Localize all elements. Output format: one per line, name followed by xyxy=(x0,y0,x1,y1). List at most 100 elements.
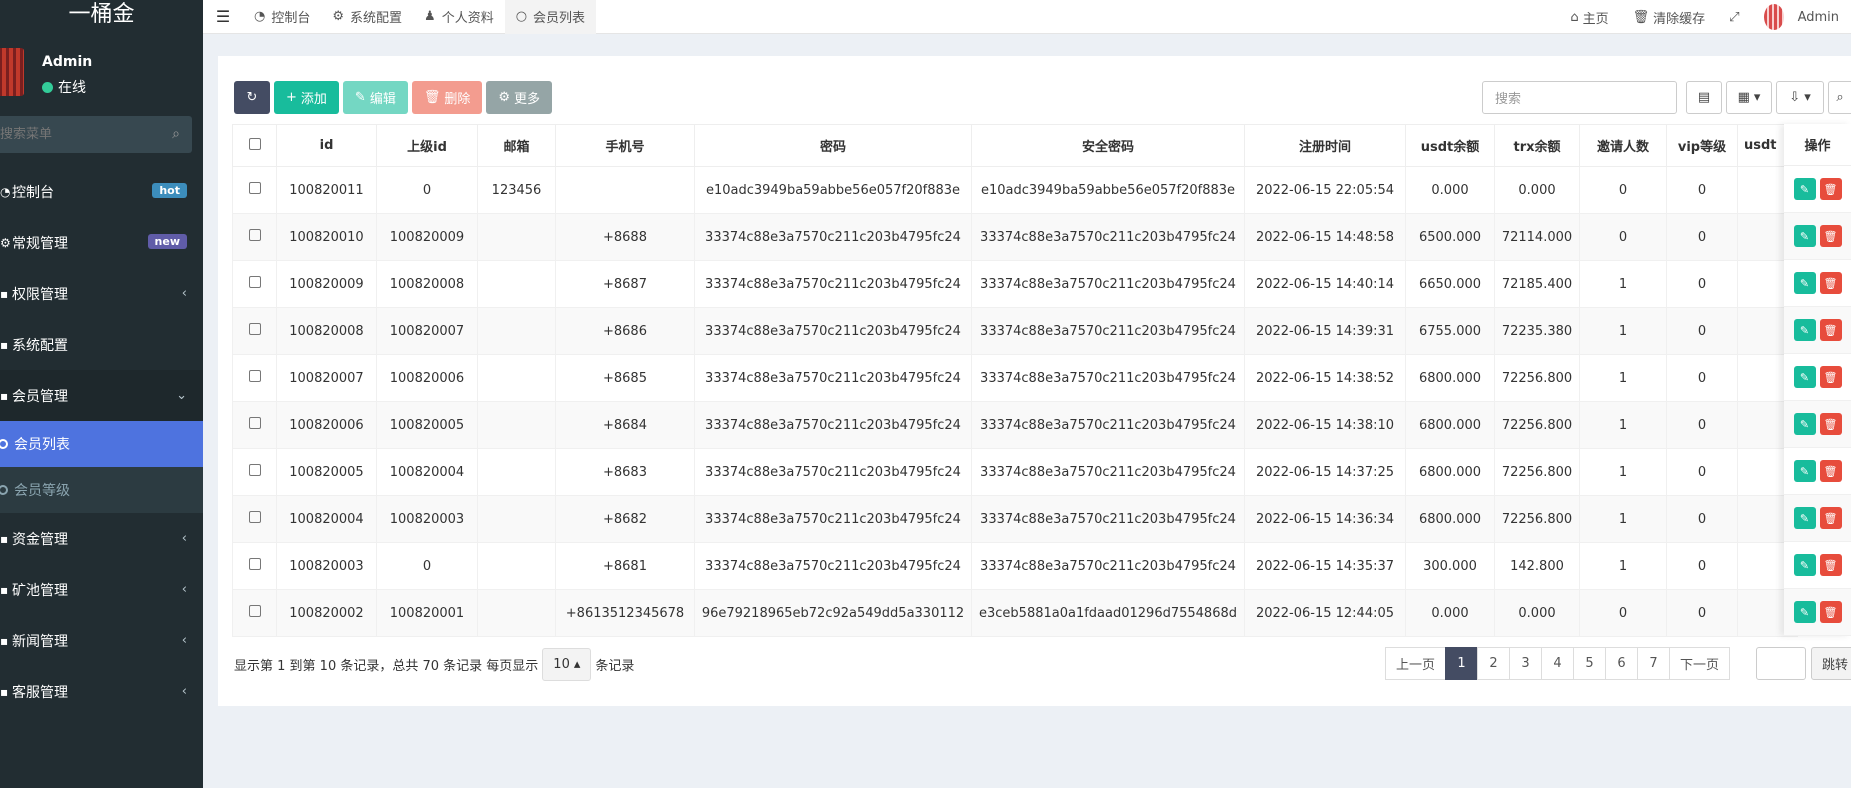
table-row[interactable]: 100820008 100820007 +8686 33374c88e3a7570c2… xyxy=(232,307,1798,355)
column-header[interactable]: 邀请人数 xyxy=(1579,124,1667,167)
fullscreen-icon[interactable]: ⤢ xyxy=(1717,10,1751,25)
row-edit-button[interactable]: ✎ xyxy=(1793,554,1816,576)
page-3-button[interactable]: 3 xyxy=(1509,647,1543,680)
row-edit-button[interactable]: ✎ xyxy=(1793,366,1816,388)
column-header[interactable]: 邮箱 xyxy=(477,124,556,167)
column-header[interactable]: trx余额 xyxy=(1494,124,1580,167)
row-checkbox[interactable] xyxy=(248,229,261,241)
row-checkbox[interactable] xyxy=(248,182,261,194)
menu-toggle-icon[interactable]: ☰ xyxy=(203,7,243,26)
row-checkbox[interactable] xyxy=(248,323,261,335)
table-search-input[interactable]: 搜索 xyxy=(1482,81,1677,114)
refresh-button[interactable]: ↻ xyxy=(234,81,270,114)
row-delete-button[interactable]: 🗑 xyxy=(1819,366,1842,388)
sidebar-item-permission[interactable]: ▪ 权限管理 ‹ xyxy=(0,268,203,319)
row-checkbox[interactable] xyxy=(248,417,261,429)
more-button[interactable]: ⚙ 更多 xyxy=(486,81,553,114)
column-header[interactable]: 手机号 xyxy=(555,124,695,167)
toggle-view-button[interactable]: ▤ xyxy=(1686,81,1722,114)
row-delete-button[interactable]: 🗑 xyxy=(1819,319,1842,341)
table-row[interactable]: 100820007 100820006 +8685 33374c88e3a7570c2… xyxy=(232,354,1798,402)
row-delete-button[interactable]: 🗑 xyxy=(1819,507,1842,529)
column-header[interactable]: 密码 xyxy=(694,124,972,167)
column-header[interactable]: vip等级 xyxy=(1666,124,1738,167)
table-row[interactable]: 100820002 100820001 +8613512345678 96e79218… xyxy=(232,589,1798,637)
column-header[interactable]: 上级id xyxy=(376,124,478,167)
table-row[interactable]: 100820006 100820005 +8684 33374c88e3a7570c2… xyxy=(232,401,1798,449)
row-checkbox[interactable] xyxy=(248,276,261,288)
delete-button[interactable]: 🗑 删除 xyxy=(411,81,483,114)
table-row[interactable]: 100820009 100820008 +8687 33374c88e3a7570c2… xyxy=(232,260,1798,308)
row-checkbox[interactable] xyxy=(248,511,261,523)
row-delete-button[interactable]: 🗑 xyxy=(1819,460,1842,482)
tab-sysconfig[interactable]: ⚙ 系统配置 xyxy=(321,0,413,34)
brand-logo[interactable]: 一桶金 xyxy=(0,0,203,34)
page-7-button[interactable]: 7 xyxy=(1637,647,1671,680)
row-checkbox[interactable] xyxy=(248,605,261,617)
sidebar-search-input[interactable] xyxy=(0,116,156,153)
row-edit-button[interactable]: ✎ xyxy=(1793,319,1816,341)
sidebar-item-member[interactable]: ▪ 会员管理 ⌄ xyxy=(0,370,203,421)
row-edit-button[interactable]: ✎ xyxy=(1793,460,1816,482)
table-row[interactable]: 100820005 100820004 +8683 33374c88e3a7570c2… xyxy=(232,448,1798,496)
columns-button[interactable]: ▦ ▾ xyxy=(1726,81,1772,114)
row-edit-button[interactable]: ✎ xyxy=(1793,601,1816,623)
page-6-button[interactable]: 6 xyxy=(1605,647,1639,680)
row-checkbox[interactable] xyxy=(248,558,261,570)
row-edit-button[interactable]: ✎ xyxy=(1793,272,1816,294)
column-header[interactable]: id xyxy=(276,124,377,167)
sidebar-item-finance[interactable]: ▪ 资金管理 ‹ xyxy=(0,513,203,564)
row-checkbox[interactable] xyxy=(248,370,261,382)
add-button[interactable]: + 添加 xyxy=(274,81,339,114)
search-icon[interactable]: ⌕ xyxy=(172,126,180,142)
sidebar-item-pool[interactable]: ▪ 矿池管理 ‹ xyxy=(0,564,203,615)
table-row[interactable]: 100820003 0 +8681 33374c88e3a7570c211c203b4… xyxy=(232,542,1798,590)
search-toggle-button[interactable]: ⌕ xyxy=(1828,81,1851,114)
table-row[interactable]: 100820011 0 123456 e10adc3949ba59abbe56e057… xyxy=(232,166,1798,214)
tab-member-list[interactable]: ○ 会员列表 xyxy=(504,0,597,34)
column-header[interactable]: 安全密码 xyxy=(971,124,1245,167)
table-row[interactable]: 100820004 100820003 +8682 33374c88e3a7570c2… xyxy=(232,495,1798,543)
row-edit-button[interactable]: ✎ xyxy=(1793,413,1816,435)
page-size-select[interactable]: 10 ▴ xyxy=(542,648,592,681)
sidebar-search: ⌕ xyxy=(0,116,192,153)
select-all-checkbox[interactable] xyxy=(248,137,261,150)
clear-cache-button[interactable]: 🗑 清除缓存 xyxy=(1621,8,1718,27)
table-row[interactable]: 100820010 100820009 +8688 33374c88e3a7570c2… xyxy=(232,213,1798,261)
sidebar-item-service[interactable]: ▪ 客服管理 ‹ xyxy=(0,666,203,717)
page-5-button[interactable]: 5 xyxy=(1573,647,1607,680)
row-edit-button[interactable]: ✎ xyxy=(1793,178,1816,200)
admin-menu[interactable]: Admin xyxy=(1752,4,1851,30)
edit-button[interactable]: ✎ 编辑 xyxy=(342,81,408,114)
row-edit-button[interactable]: ✎ xyxy=(1793,225,1816,247)
prev-page-button[interactable]: 上一页 xyxy=(1385,647,1447,680)
jump-page-input[interactable] xyxy=(1756,647,1806,680)
sidebar-item-member-level[interactable]: 会员等级 xyxy=(0,467,203,513)
sidebar-item-news[interactable]: ▪ 新闻管理 ‹ xyxy=(0,615,203,666)
row-delete-button[interactable]: 🗑 xyxy=(1819,272,1842,294)
page-1-button[interactable]: 1 xyxy=(1445,647,1479,680)
export-button[interactable]: ⇩ ▾ xyxy=(1776,81,1824,114)
page-2-button[interactable]: 2 xyxy=(1477,647,1511,680)
row-delete-button[interactable]: 🗑 xyxy=(1819,413,1842,435)
row-delete-button[interactable]: 🗑 xyxy=(1819,554,1842,576)
sidebar-item-sysconfig[interactable]: ▪ 系统配置 xyxy=(0,319,203,370)
sidebar-item-dashboard[interactable]: ◔ 控制台 hot xyxy=(0,166,203,217)
tab-dashboard[interactable]: ◔ 控制台 xyxy=(243,0,321,34)
next-page-button[interactable]: 下一页 xyxy=(1669,647,1731,680)
sidebar-item-general[interactable]: ⚙ 常规管理 new xyxy=(0,217,203,268)
page-4-button[interactable]: 4 xyxy=(1541,647,1575,680)
cog-icon: ⚙ xyxy=(498,90,511,105)
jump-button[interactable]: 跳转 xyxy=(1811,647,1851,680)
tab-profile[interactable]: ♟ 个人资料 xyxy=(413,0,505,34)
row-delete-button[interactable]: 🗑 xyxy=(1819,178,1842,200)
row-checkbox[interactable] xyxy=(248,464,261,476)
column-header[interactable]: usdt余额 xyxy=(1405,124,1495,167)
home-link[interactable]: ⌂ 主页 xyxy=(1558,8,1620,27)
sidebar-item-member-list[interactable]: 会员列表 xyxy=(0,421,203,467)
row-delete-button[interactable]: 🗑 xyxy=(1819,601,1842,623)
column-header[interactable]: 注册时间 xyxy=(1244,124,1406,167)
row-select-cell xyxy=(232,307,277,355)
row-delete-button[interactable]: 🗑 xyxy=(1819,225,1842,247)
row-edit-button[interactable]: ✎ xyxy=(1793,507,1816,529)
